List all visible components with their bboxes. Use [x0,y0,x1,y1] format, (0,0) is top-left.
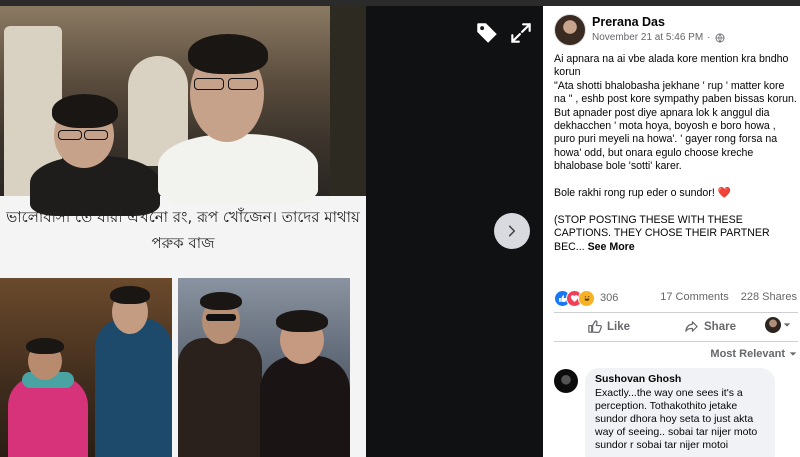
person-right-hair [188,34,268,74]
woman-hair [26,338,64,354]
comment-count[interactable]: 17 Comments [660,291,728,303]
comment-text: Exactly...the way one sees it's a percep… [595,387,758,451]
glasses-left-1 [58,130,82,140]
chevron-right-icon [508,225,516,237]
share-arrow-icon [685,321,698,332]
sort-label: Most Relevant [710,348,785,360]
caret-down-icon [789,352,797,356]
thumbs-up-icon [588,320,602,334]
post-text-line: "Ata shotti bhalobasha jekhane ' rup ' m… [554,79,797,106]
commenter-avatar[interactable] [554,369,578,393]
like-button[interactable]: Like [587,319,630,334]
divider-top [554,312,798,313]
divider-bottom [554,341,798,342]
man-blue-shirt [95,318,172,457]
reaction-summary[interactable]: 306 [554,289,618,307]
glasses-right-1 [194,78,224,90]
image-caption-line2: পরুক বাজ [151,234,215,252]
photo-bottom-left [0,278,172,457]
man-hair [110,286,150,304]
comment-sort-dropdown[interactable]: Most Relevant [710,348,797,360]
haha-reaction-icon [578,289,595,307]
engagement-counts: 17 Comments 228 Shares [660,291,797,303]
author-avatar[interactable] [554,14,586,46]
post-text-line: Ai apnara na ai vbe alada kore mention k… [554,53,789,79]
post-closing-line: Bole rakhi rong rup eder o sundor! ❤️ [554,187,731,200]
image-caption-line1: ভালোবাসা তে যারা এখনো রং, রূপ খোঁজেন। তা… [6,208,360,226]
caret-down-icon [783,323,791,327]
dark-edge [330,6,366,196]
post-meta: November 21 at 5:46 PM · [592,32,725,43]
photo-top [0,6,366,216]
meta-separator: · [707,32,711,43]
post-text: Ai apnara na ai vbe alada kore mention k… [554,53,798,254]
see-more-link[interactable]: See More [588,241,635,253]
glasses-right-2 [228,78,258,90]
sunglasses [206,314,236,321]
man-leather-jacket [178,338,262,457]
comment-bubble: Sushovan Ghosh Exactly...the way one see… [585,368,775,457]
globe-icon[interactable] [715,33,725,43]
photo-bottom-right [178,278,350,457]
audience-selector[interactable] [765,317,791,333]
woman2-hair [276,310,328,332]
glasses-left-2 [84,130,108,140]
like-label: Like [607,320,631,333]
next-photo-button[interactable] [494,213,530,249]
woman-pink-dress [8,376,88,457]
post-caps-line: (STOP POSTING THESE WITH THESE CAPTIONS.… [554,213,770,253]
man2-hair [200,292,242,310]
media-viewer: ভালোবাসা তে যারা এখনো রং, রূপ খোঁজেন। তা… [0,6,543,457]
image-caption: ভালোবাসা তে যারা এখনো রং, রূপ খোঁজেন। তা… [0,204,366,256]
commenter-name[interactable]: Sushovan Ghosh [595,373,765,385]
share-label: Share [704,320,736,333]
post-photo-collage[interactable]: ভালোবাসা তে যারা এখনো রং, রূপ খোঁজেন। তা… [0,6,366,457]
post-text-line: But apnader post diye apnara lok k anggu… [554,106,778,173]
person-left-hair [52,94,118,128]
heart-emoji: ❤️ [717,187,731,200]
expand-icon[interactable] [508,20,534,46]
share-count[interactable]: 228 Shares [741,291,797,303]
share-button[interactable]: Share [684,319,736,334]
viewer-avatar [765,317,781,333]
reaction-count[interactable]: 306 [600,292,618,304]
author-name[interactable]: Prerana Das [592,15,665,29]
person-right-body [158,134,318,204]
woman2-dress [260,356,350,457]
post-side-panel: Prerana Das November 21 at 5:46 PM · Ai … [543,6,800,457]
tag-icon[interactable] [474,20,500,46]
post-timestamp[interactable]: November 21 at 5:46 PM [592,32,703,43]
